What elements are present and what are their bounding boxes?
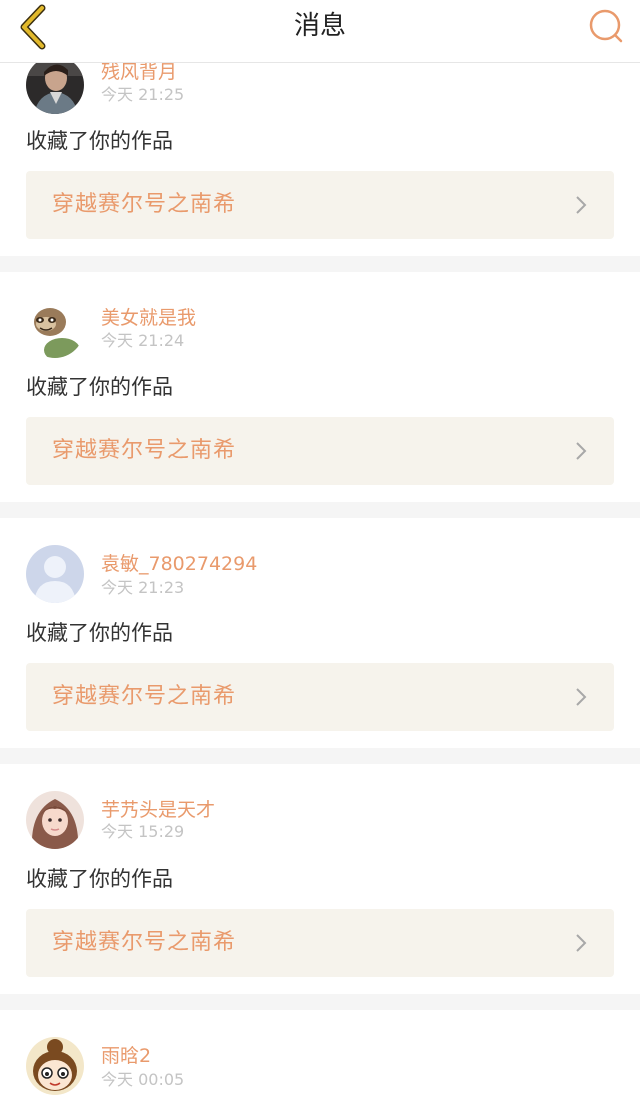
timestamp: 今天 21:25 <box>101 85 185 104</box>
separator <box>0 256 640 272</box>
chevron-right-icon <box>576 442 587 460</box>
username[interactable]: 袁敏_780274294 <box>101 552 257 576</box>
chevron-right-icon <box>576 688 587 706</box>
girl-photo-avatar-icon <box>26 791 84 849</box>
chevron-right-icon <box>576 934 587 952</box>
work-title: 穿越赛尔号之南希 <box>52 438 237 463</box>
action-text: 收藏了你的作品 <box>26 129 173 153</box>
avatar[interactable] <box>26 545 84 603</box>
avatar[interactable] <box>26 791 84 849</box>
separator <box>0 994 640 1010</box>
avatar[interactable] <box>26 1037 84 1095</box>
work-title: 穿越赛尔号之南希 <box>52 930 237 955</box>
avatar[interactable] <box>26 300 84 358</box>
action-text: 收藏了你的作品 <box>26 621 173 645</box>
work-link[interactable]: 穿越赛尔号之南希 <box>26 663 614 731</box>
work-link[interactable]: 穿越赛尔号之南希 <box>26 171 614 239</box>
separator <box>0 748 640 764</box>
chevron-right-icon <box>576 196 587 214</box>
username[interactable]: 美女就是我 <box>101 306 196 330</box>
sloth-avatar-icon <box>26 300 84 358</box>
message-card[interactable]: 袁敏_780274294 今天 21:23 收藏了你的作品 穿越赛尔号之南希 <box>0 518 640 748</box>
message-card[interactable]: 美女就是我 今天 21:24 收藏了你的作品 穿越赛尔号之南希 <box>0 272 640 502</box>
search-button[interactable] <box>586 6 626 46</box>
top-nav-bar: 消息 <box>0 0 640 63</box>
timestamp: 今天 00:05 <box>101 1070 185 1089</box>
message-card[interactable]: 雨晗2 今天 00:05 <box>0 1010 640 1095</box>
action-text: 收藏了你的作品 <box>26 375 173 399</box>
username[interactable]: 芋艿头是天才 <box>101 798 215 822</box>
action-text: 收藏了你的作品 <box>26 867 173 891</box>
message-card[interactable]: 残风背月 今天 21:25 收藏了你的作品 穿越赛尔号之南希 <box>0 40 640 256</box>
work-title: 穿越赛尔号之南希 <box>52 684 237 709</box>
separator <box>0 502 640 518</box>
work-title: 穿越赛尔号之南希 <box>52 192 237 217</box>
work-link[interactable]: 穿越赛尔号之南希 <box>26 417 614 485</box>
man-photo-avatar-icon <box>26 56 84 114</box>
cartoon-girl-avatar-icon <box>26 1037 84 1095</box>
message-card[interactable]: 芋艿头是天才 今天 15:29 收藏了你的作品 穿越赛尔号之南希 <box>0 764 640 994</box>
username[interactable]: 残风背月 <box>101 60 177 84</box>
page-title: 消息 <box>293 11 346 41</box>
timestamp: 今天 21:24 <box>101 331 185 350</box>
timestamp: 今天 15:29 <box>101 822 185 841</box>
work-link[interactable]: 穿越赛尔号之南希 <box>26 909 614 977</box>
avatar[interactable] <box>26 56 84 114</box>
default-person-avatar-icon <box>26 545 84 603</box>
username[interactable]: 雨晗2 <box>101 1044 151 1068</box>
timestamp: 今天 21:23 <box>101 578 185 597</box>
search-icon <box>589 9 623 43</box>
